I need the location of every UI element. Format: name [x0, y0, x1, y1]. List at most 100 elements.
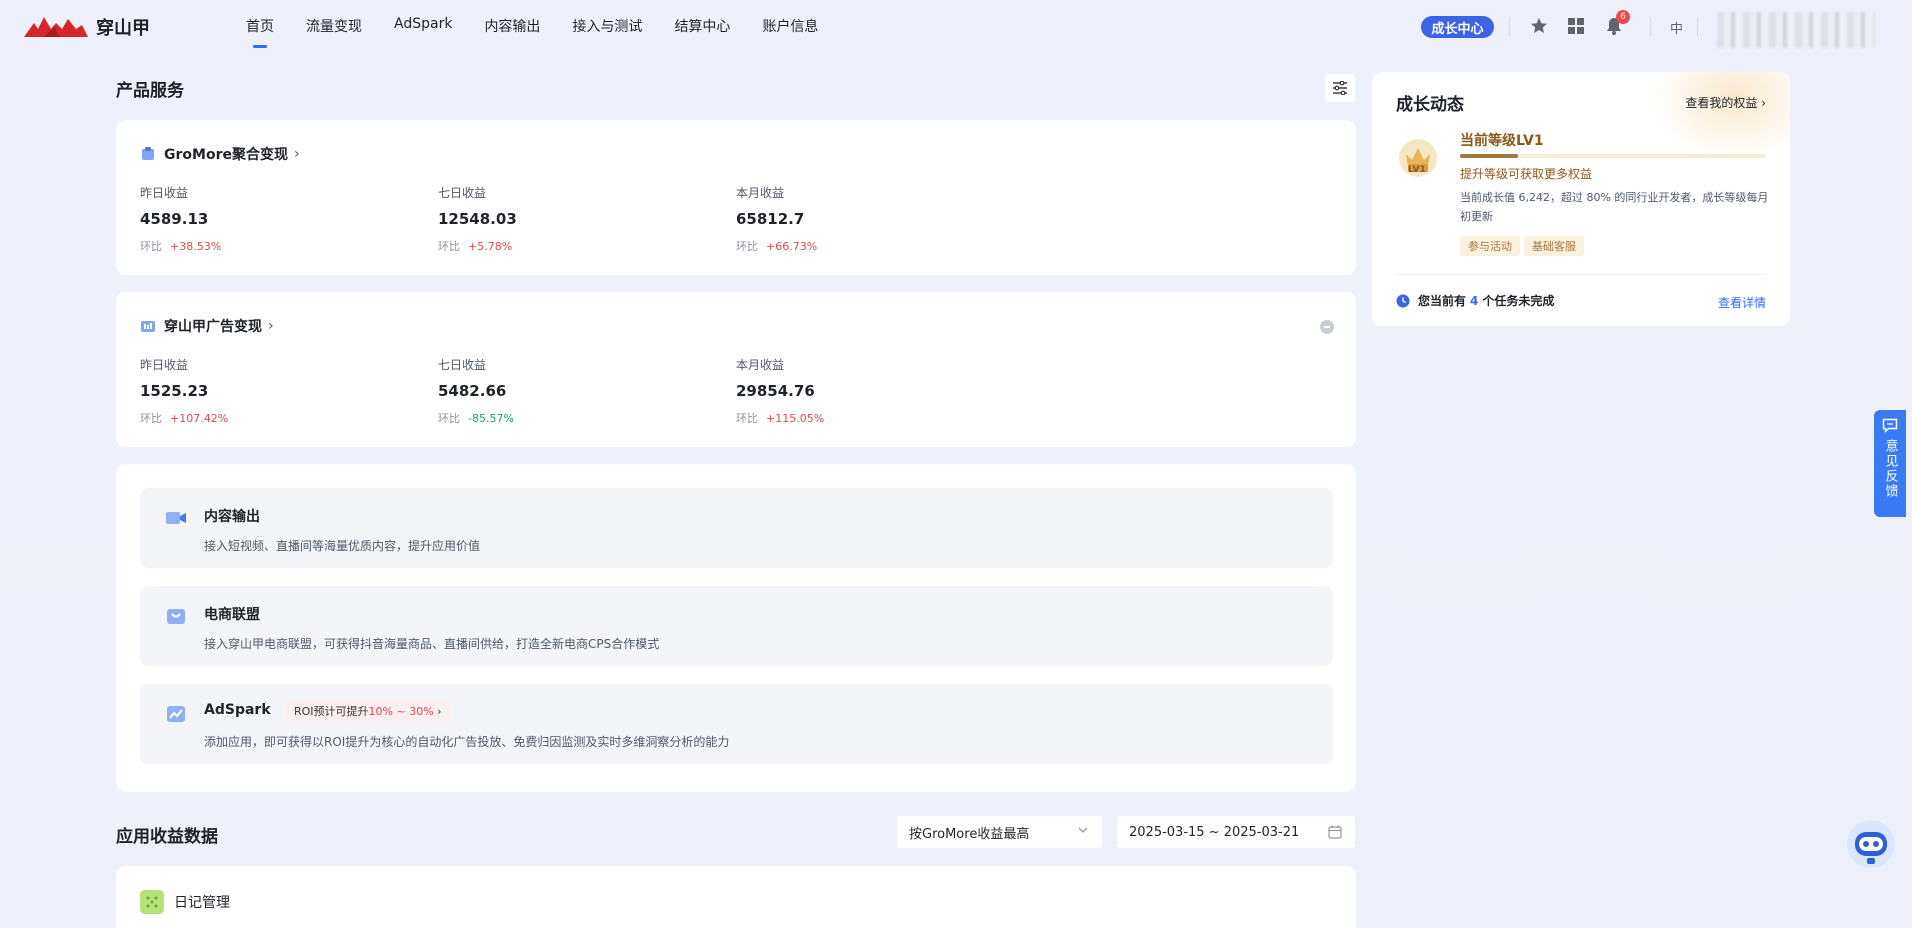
feature-adspark[interactable]: AdSpark ROI预计可提升 10% ~ 30% › 添加应用，即可获得以RO…	[140, 684, 1333, 764]
level-progress-bar	[1460, 154, 1766, 158]
date-range-picker[interactable]: 2025-03-15 ~ 2025-03-21	[1117, 816, 1355, 848]
task-prefix: 您当前有	[1418, 294, 1467, 308]
metric-change: +5.78%	[468, 240, 513, 253]
task-count: 4	[1470, 293, 1479, 308]
sort-select[interactable]: 按GroMore收益最高	[897, 816, 1102, 848]
nav-settlement-center[interactable]: 结算中心	[674, 16, 730, 36]
join-activity-tag[interactable]: 参与活动	[1460, 236, 1520, 256]
metric-seven-day: 七日收益 12548.03 环比 +5.78%	[438, 184, 517, 254]
robot-assistant-icon[interactable]	[1845, 818, 1897, 870]
roi-tag-arrow: ›	[437, 704, 442, 718]
feature-services-card: 内容输出 接入短视频、直播间等海量优质内容，提升应用价值 电商联盟 接入穿山甲电…	[116, 464, 1356, 792]
level-progress-fill	[1460, 154, 1519, 158]
task-suffix: 个任务未完成	[1482, 294, 1555, 308]
app-revenue-card: 日记管理	[116, 866, 1356, 928]
pangolin-ads-product-card: 穿山甲广告变现 › 昨日收益 1525.23 环比 +107.42% 七日收益 5…	[116, 292, 1356, 447]
roi-tag-prefix: ROI预计可提升	[294, 705, 369, 718]
metric-month: 本月收益 65812.7 环比 +66.73%	[736, 184, 817, 254]
divider	[1396, 274, 1766, 275]
feature-content-output[interactable]: 内容输出 接入短视频、直播间等海量优质内容，提升应用价值	[140, 488, 1333, 568]
ad-monetization-icon	[141, 321, 155, 332]
nav-home[interactable]: 首页	[246, 16, 274, 48]
growth-center-button[interactable]: 成长中心	[1421, 16, 1494, 38]
product-name: 穿山甲广告变现	[164, 319, 262, 335]
feature-desc: 添加应用，即可获得以ROI提升为核心的自动化广告投放、免费归因监测及实时多维洞察…	[204, 735, 730, 749]
metric-change: +66.73%	[766, 240, 818, 253]
chat-bubble-icon	[1882, 418, 1898, 433]
metric-value: 12548.03	[438, 210, 517, 228]
header-divider	[1509, 18, 1510, 36]
metric-seven-day: 七日收益 5482.66 环比 -85.57%	[438, 356, 514, 426]
nav-account-info[interactable]: 账户信息	[762, 16, 818, 36]
header-divider	[1650, 18, 1651, 36]
apps-grid-icon[interactable]	[1566, 16, 1586, 36]
metric-label: 昨日收益	[140, 186, 189, 200]
product-name: GroMore聚合变现	[164, 147, 288, 163]
brand-name: 穿山甲	[96, 18, 150, 39]
feature-ecommerce-alliance[interactable]: 电商联盟 接入穿山甲电商联盟，可获得抖音海量商品、直播间供给，打造全新电商CPS…	[140, 586, 1333, 666]
app-icon	[140, 890, 164, 914]
metric-yesterday: 昨日收益 1525.23 环比 +107.42%	[140, 356, 228, 426]
product-services-title: 产品服务	[116, 81, 184, 101]
language-switch[interactable]: 中	[1670, 18, 1683, 37]
metric-cmp-label: 环比	[438, 240, 460, 253]
header-divider	[1697, 18, 1698, 36]
view-details-link[interactable]: 查看详情	[1718, 294, 1766, 311]
metric-value: 5482.66	[438, 382, 507, 400]
metric-value: 1525.23	[140, 382, 209, 400]
pending-tasks: 您当前有 4 个任务未完成	[1396, 292, 1554, 309]
app-revenue-title: 应用收益数据	[116, 827, 218, 847]
top-header: 穿山甲 首页 流量变现 AdSpark 内容输出 接入与测试 结算中心 账户信息…	[0, 0, 1912, 52]
shopping-bag-icon	[167, 609, 185, 624]
metric-yesterday: 昨日收益 4589.13 环比 +38.53%	[140, 184, 221, 254]
feature-title: 内容输出	[204, 509, 260, 525]
view-benefits-link[interactable]: 查看我的权益 ›	[1685, 94, 1766, 111]
feedback-label: 意见反馈	[1882, 439, 1898, 499]
app-item[interactable]: 日记管理	[140, 890, 230, 914]
nav-integration-testing[interactable]: 接入与测试	[572, 16, 642, 36]
customize-button[interactable]	[1325, 74, 1355, 102]
metric-label: 七日收益	[438, 358, 487, 372]
roi-tag-value: 10% ~ 30%	[368, 704, 434, 718]
decorative-glow	[1650, 72, 1790, 162]
nav-content-output[interactable]: 内容输出	[484, 16, 540, 36]
nav-adspark[interactable]: AdSpark	[394, 16, 452, 36]
user-account-avatar-blurred[interactable]	[1717, 12, 1875, 48]
metric-change: +107.42%	[170, 412, 229, 425]
gromore-product-link[interactable]: GroMore聚合变现 ›	[140, 144, 300, 164]
metric-change: +115.05%	[766, 412, 825, 425]
metric-cmp-label: 环比	[140, 412, 162, 425]
sort-select-value: 按GroMore收益最高	[909, 826, 1030, 842]
brand-logo[interactable]: 穿山甲	[24, 14, 150, 40]
metric-label: 昨日收益	[140, 358, 189, 372]
metric-cmp-label: 环比	[140, 240, 162, 253]
metric-value: 4589.13	[140, 210, 209, 228]
metric-label: 七日收益	[438, 186, 487, 200]
metric-change: +38.53%	[170, 240, 222, 253]
pangolin-logo-icon	[24, 17, 88, 37]
collapse-icon[interactable]	[1320, 320, 1334, 334]
gromore-icon	[142, 147, 154, 160]
level-badge-text: LV1	[1408, 165, 1426, 175]
roi-tag[interactable]: ROI预计可提升 10% ~ 30% ›	[286, 700, 450, 722]
feature-desc: 接入短视频、直播间等海量优质内容，提升应用价值	[204, 539, 481, 553]
metric-cmp-label: 环比	[736, 412, 758, 425]
metric-cmp-label: 环比	[736, 240, 758, 253]
level-subtitle: 提升等级可获取更多权益	[1460, 167, 1593, 181]
growth-title: 成长动态	[1396, 95, 1464, 115]
basic-support-tag[interactable]: 基础客服	[1524, 236, 1584, 256]
metric-change: -85.57%	[468, 412, 514, 425]
nav-traffic-monetization[interactable]: 流量变现	[306, 16, 362, 36]
pangolin-ads-product-link[interactable]: 穿山甲广告变现 ›	[140, 316, 274, 336]
metric-month: 本月收益 29854.76 环比 +115.05%	[736, 356, 824, 426]
analytics-chart-icon	[167, 706, 185, 722]
feedback-tab[interactable]: 意见反馈	[1874, 410, 1906, 517]
chevron-right-icon: ›	[293, 146, 300, 162]
feature-title: 电商联盟	[204, 607, 260, 623]
metric-cmp-label: 环比	[438, 412, 460, 425]
video-camera-icon	[166, 512, 186, 524]
app-name: 日记管理	[174, 895, 230, 911]
star-icon[interactable]	[1529, 16, 1549, 36]
metric-label: 本月收益	[736, 186, 785, 200]
current-level: 当前等级LV1	[1460, 133, 1544, 149]
